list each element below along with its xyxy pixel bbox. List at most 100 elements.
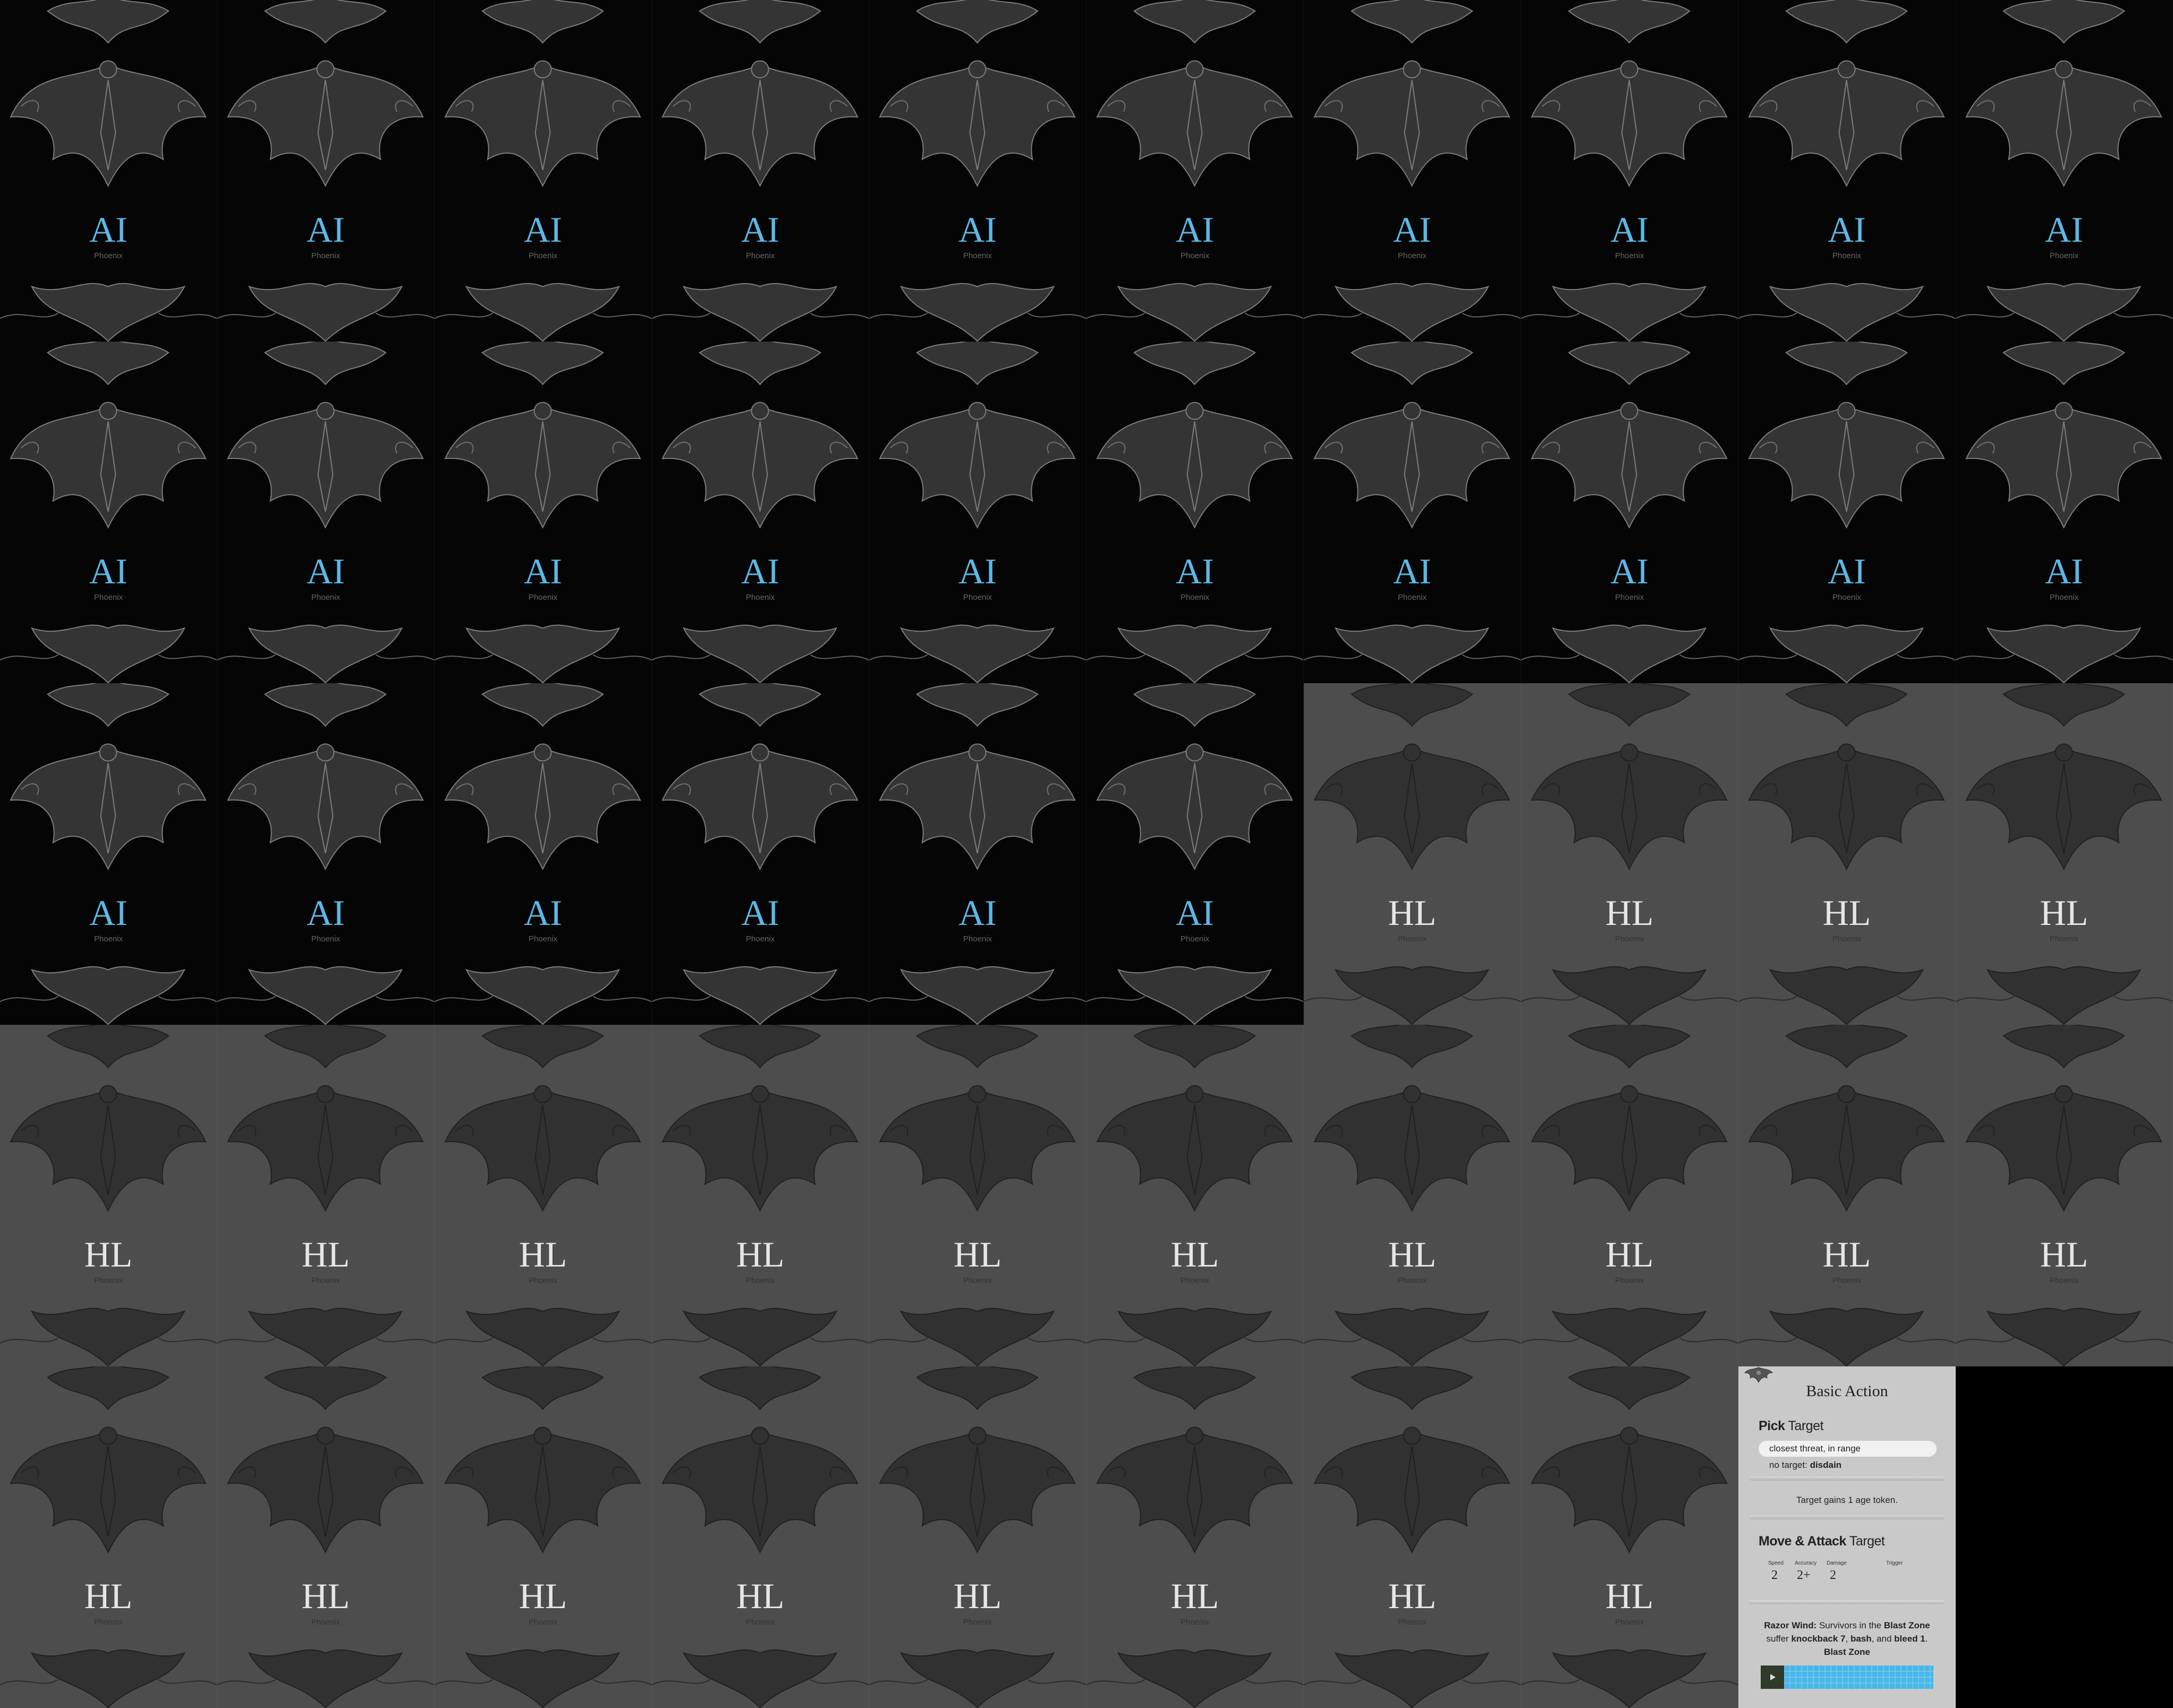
hl-card-subtitle: Phoenix (528, 1276, 558, 1285)
hl-card-code: HL (1605, 1576, 1654, 1616)
hl-card[interactable]: HL Phoenix (1086, 1025, 1304, 1366)
phoenix-ornament-icon (1956, 342, 2172, 683)
ai-card[interactable]: AI Phoenix (1086, 683, 1304, 1025)
ai-card[interactable]: AI Phoenix (0, 342, 217, 683)
hl-card-subtitle: Phoenix (1832, 934, 1862, 944)
ai-card[interactable]: AI Phoenix (435, 342, 652, 683)
ai-card[interactable]: AI Phoenix (652, 342, 869, 683)
hl-card-subtitle: Phoenix (963, 1618, 992, 1627)
phoenix-ornament-icon (1086, 1366, 1303, 1708)
hl-card[interactable]: HL Phoenix (1738, 1025, 1956, 1366)
hl-card[interactable]: HL Phoenix (1304, 1025, 1521, 1366)
ai-card[interactable]: AI Phoenix (1738, 342, 1956, 683)
hl-card[interactable]: HL Phoenix (1304, 683, 1521, 1025)
hl-card[interactable]: HL Phoenix (0, 1025, 217, 1366)
phoenix-ornament-icon (1956, 683, 2172, 1025)
ai-card-code: AI (1176, 893, 1214, 933)
ai-card-code: AI (1393, 209, 1431, 250)
ai-card[interactable]: AI Phoenix (0, 0, 217, 342)
hl-card-code: HL (1170, 1234, 1219, 1274)
phoenix-ornament-icon (1304, 683, 1521, 1025)
ai-card-code: AI (741, 209, 779, 250)
hl-card-subtitle: Phoenix (311, 1618, 341, 1627)
phoenix-ornament-icon (1304, 1366, 1521, 1708)
hl-card[interactable]: HL Phoenix (869, 1366, 1086, 1708)
hl-card-subtitle: Phoenix (1615, 934, 1644, 944)
ai-card-subtitle: Phoenix (1615, 593, 1644, 602)
divider (1749, 1515, 1945, 1519)
ai-card[interactable]: AI Phoenix (435, 0, 652, 342)
hl-card[interactable]: HL Phoenix (652, 1025, 869, 1366)
hl-card[interactable]: HL Phoenix (0, 1366, 217, 1708)
ai-card-subtitle: Phoenix (745, 593, 775, 602)
ai-card[interactable]: AI Phoenix (435, 683, 652, 1025)
hl-card[interactable]: HL Phoenix (217, 1025, 435, 1366)
hl-card[interactable]: HL Phoenix (1086, 1366, 1304, 1708)
hl-card[interactable]: HL Phoenix (435, 1366, 652, 1708)
phoenix-ornament-icon (435, 342, 651, 683)
blast-zone-grid (1761, 1665, 1933, 1689)
phoenix-ornament-icon (217, 0, 434, 342)
phoenix-ornament-icon (869, 1025, 1086, 1366)
hl-card-code: HL (1388, 1234, 1437, 1274)
hl-card[interactable]: HL Phoenix (1521, 1366, 1738, 1708)
hl-card[interactable]: HL Phoenix (217, 1366, 435, 1708)
hl-card[interactable]: HL Phoenix (435, 1025, 652, 1366)
ai-card-code: AI (1828, 551, 1866, 591)
ai-card-code: AI (958, 893, 997, 933)
hl-card[interactable]: HL Phoenix (652, 1366, 869, 1708)
ai-card[interactable]: AI Phoenix (652, 683, 869, 1025)
ai-card-subtitle: Phoenix (1397, 593, 1427, 602)
hl-card-subtitle: Phoenix (311, 1276, 341, 1285)
phoenix-ornament-icon (217, 342, 434, 683)
phoenix-ornament-icon (1521, 342, 1738, 683)
ai-card-code: AI (1610, 209, 1649, 250)
ai-card[interactable]: AI Phoenix (1304, 342, 1521, 683)
ai-card[interactable]: AI Phoenix (1086, 0, 1304, 342)
hl-card-code: HL (519, 1234, 567, 1274)
hl-card-subtitle: Phoenix (1397, 934, 1427, 944)
ai-card[interactable]: AI Phoenix (869, 342, 1086, 683)
ai-card[interactable]: AI Phoenix (217, 683, 435, 1025)
ai-card-code: AI (1828, 209, 1866, 250)
ai-card[interactable]: AI Phoenix (0, 683, 217, 1025)
ai-card[interactable]: AI Phoenix (1521, 342, 1738, 683)
hl-card-subtitle: Phoenix (1397, 1276, 1427, 1285)
target-effect: Target gains 1 age token. (1796, 1495, 1898, 1505)
ai-card-subtitle: Phoenix (963, 251, 992, 260)
hl-card[interactable]: HL Phoenix (869, 1025, 1086, 1366)
hl-card-code: HL (301, 1234, 350, 1274)
razor-wind-text: Razor Wind: Survivors in the Blast Zone … (1764, 1620, 1930, 1657)
stat-accuracy-label: Accuracy (1795, 1560, 1817, 1566)
hl-card[interactable]: HL Phoenix (1521, 683, 1738, 1025)
hl-card[interactable]: HL Phoenix (1521, 1025, 1738, 1366)
ai-card[interactable]: AI Phoenix (217, 342, 435, 683)
ai-card-code: AI (89, 893, 128, 933)
hl-card-code: HL (519, 1576, 567, 1616)
basic-action-card[interactable]: Basic Action Pick Target closest threat,… (1738, 1366, 1956, 1708)
ai-card[interactable]: AI Phoenix (869, 683, 1086, 1025)
ai-card[interactable]: AI Phoenix (1086, 342, 1304, 683)
ai-card[interactable]: AI Phoenix (1738, 0, 1956, 342)
ai-card[interactable]: AI Phoenix (1956, 342, 2173, 683)
ai-card[interactable]: AI Phoenix (869, 0, 1086, 342)
ai-card[interactable]: AI Phoenix (1304, 0, 1521, 342)
ai-card-subtitle: Phoenix (1832, 593, 1862, 602)
ai-card-subtitle: Phoenix (1180, 934, 1210, 944)
ai-card[interactable]: AI Phoenix (652, 0, 869, 342)
phoenix-ornament-icon (0, 0, 217, 342)
hl-card[interactable]: HL Phoenix (1956, 683, 2173, 1025)
ai-card[interactable]: AI Phoenix (1521, 0, 1738, 342)
ai-card-subtitle: Phoenix (745, 934, 775, 944)
hl-card[interactable]: HL Phoenix (1304, 1366, 1521, 1708)
ai-card-subtitle: Phoenix (1397, 251, 1427, 260)
ai-card[interactable]: AI Phoenix (1956, 0, 2173, 342)
phoenix-ornament-icon (0, 342, 217, 683)
ai-card[interactable]: AI Phoenix (217, 0, 435, 342)
phoenix-ornament-icon (1738, 683, 1955, 1025)
hl-card[interactable]: HL Phoenix (1738, 683, 1956, 1025)
ai-card-subtitle: Phoenix (963, 934, 992, 944)
hl-card[interactable]: HL Phoenix (1956, 1025, 2173, 1366)
pick-target-heading: Pick Target (1759, 1418, 1823, 1433)
phoenix-ornament-icon (1521, 0, 1738, 342)
